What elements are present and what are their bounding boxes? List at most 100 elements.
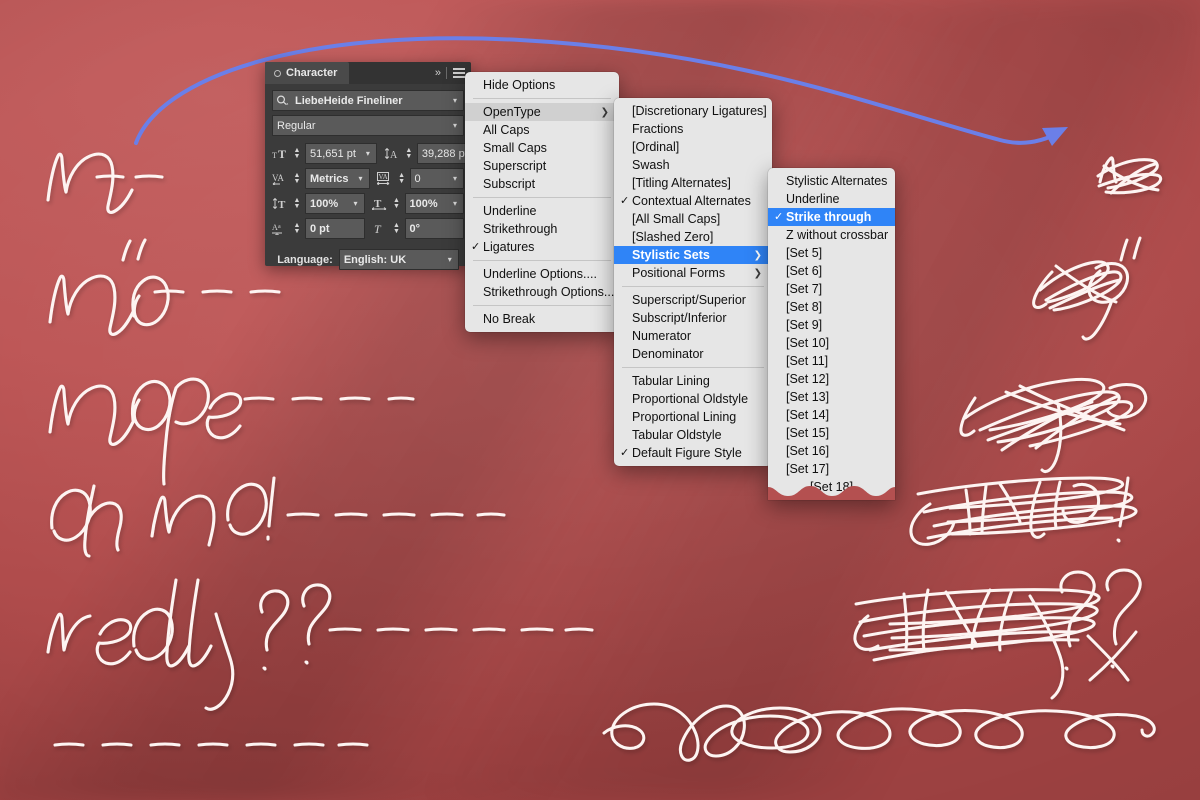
stepper-icon[interactable]: ▲ ▼ <box>292 169 302 188</box>
kerning-control[interactable]: VA ▲ ▼ Metrics ▾ <box>272 168 370 189</box>
menu-item-label: [Set 5] <box>786 246 823 260</box>
language-row[interactable]: Language: English: UK ▾ <box>272 243 464 270</box>
menu-item[interactable]: Tabular Lining <box>614 372 772 390</box>
horizontal-scale-control[interactable]: T ▲ ▼ 100% ▾ <box>371 193 464 214</box>
vertical-scale-control[interactable]: T ▲ ▼ 100% ▾ <box>272 193 365 214</box>
menu-item[interactable]: [Slashed Zero] <box>614 228 772 246</box>
character-panel-flyout-menu[interactable]: Hide Options OpenType ❯ All Caps Small Caps S… <box>465 72 619 332</box>
tab-character[interactable]: Character <box>265 62 350 84</box>
menu-item-label: Proportional Lining <box>632 410 737 424</box>
menu-item-label: Stylistic Sets <box>632 248 710 262</box>
menu-item[interactable]: [Discretionary Ligatures] <box>614 102 772 120</box>
menu-item[interactable]: Superscript <box>465 157 619 175</box>
stepper-icon[interactable]: ▲ ▼ <box>392 219 402 238</box>
menu-item[interactable]: Proportional Oldstyle <box>614 390 772 408</box>
menu-item[interactable]: [Ordinal] <box>614 138 772 156</box>
menu-item[interactable]: Proportional Lining <box>614 408 772 426</box>
menu-item[interactable]: Stylistic Sets ❯ <box>614 246 772 264</box>
menu-item-label: Z without crossbar <box>786 228 889 242</box>
baseline-shift-control[interactable]: Aa ▲ ▼ 0 pt <box>272 218 365 239</box>
menu-item[interactable]: [Titling Alternates] <box>614 174 772 192</box>
menu-item[interactable]: [Set 13] <box>768 388 895 406</box>
language-field[interactable]: English: UK ▾ <box>338 249 459 270</box>
stepper-icon[interactable]: ▲ ▼ <box>292 144 302 163</box>
stepper-icon[interactable]: ▲ ▼ <box>292 194 302 213</box>
chevron-down-icon[interactable]: ▾ <box>447 116 463 135</box>
character-panel[interactable]: Character » LiebeHeide Fineliner ▾ Regul… <box>265 62 489 270</box>
menu-item[interactable]: ✓ Strike through <box>768 208 895 226</box>
menu-item[interactable]: [Set 11] <box>768 352 895 370</box>
menu-item-label: Superscript/Superior <box>632 293 746 307</box>
stepper-icon[interactable]: ▲ ▼ <box>397 169 407 188</box>
menu-item[interactable]: Tabular Oldstyle <box>614 426 772 444</box>
menu-item[interactable]: Fractions <box>614 120 772 138</box>
font-size-control[interactable]: TT ▲ ▼ 51,651 pt ▾ <box>272 143 377 164</box>
menu-item-label: [Set 8] <box>786 300 823 314</box>
chevron-down-icon[interactable]: ▾ <box>348 194 364 213</box>
menu-item[interactable]: Underline <box>465 202 619 220</box>
menu-item[interactable]: Denominator <box>614 345 772 363</box>
menu-item[interactable]: Strikethrough Options... <box>465 283 619 301</box>
menu-item[interactable]: Underline <box>768 190 895 208</box>
opentype-submenu[interactable]: [Discretionary Ligatures] Fractions [Ordin… <box>614 98 772 466</box>
character-rotation-control[interactable]: T ▲ ▼ 0° <box>372 218 464 239</box>
menu-item[interactable]: [Set 17] <box>768 460 895 478</box>
chevron-double-right-icon[interactable]: » <box>435 67 441 79</box>
menu-item[interactable]: Hide Options <box>465 76 619 94</box>
menu-item-label: Ligatures <box>483 240 535 254</box>
stepper-icon[interactable]: ▲ ▼ <box>392 194 402 213</box>
svg-text:a: a <box>278 224 281 230</box>
menu-item-label: [Titling Alternates] <box>632 176 731 190</box>
menu-item[interactable]: Z without crossbar <box>768 226 895 244</box>
menu-clipped-wavy-edge: [Set 18] <box>768 480 895 500</box>
menu-item[interactable]: Subscript <box>465 175 619 193</box>
font-style-value: Regular <box>277 119 316 132</box>
menu-item[interactable]: [Set 14] <box>768 406 895 424</box>
stepper-icon[interactable]: ▲ ▼ <box>292 219 302 238</box>
horizontal-scale-icon: T <box>371 195 389 213</box>
chevron-down-icon[interactable]: ▾ <box>447 169 463 188</box>
menu-item-label: Tabular Lining <box>632 374 710 388</box>
menu-item[interactable]: ✓ Default Figure Style <box>614 444 772 462</box>
menu-item[interactable]: Positional Forms ❯ <box>614 264 772 282</box>
menu-item[interactable]: Strikethrough <box>465 220 619 238</box>
chevron-down-icon[interactable]: ▾ <box>353 169 369 188</box>
panel-menu-icon[interactable] <box>453 68 465 78</box>
menu-item[interactable]: [All Small Caps] <box>614 210 772 228</box>
svg-text:VA: VA <box>272 173 284 183</box>
menu-item[interactable]: [Set 12] <box>768 370 895 388</box>
chevron-down-icon[interactable]: ▾ <box>442 250 458 269</box>
menu-item[interactable]: [Set 16] <box>768 442 895 460</box>
menu-item[interactable]: Subscript/Inferior <box>614 309 772 327</box>
menu-item[interactable]: Swash <box>614 156 772 174</box>
font-style-field[interactable]: Regular ▾ <box>272 115 464 136</box>
chevron-down-icon[interactable]: ▾ <box>447 194 463 213</box>
menu-item[interactable]: No Break <box>465 310 619 328</box>
menu-item[interactable]: Small Caps <box>465 139 619 157</box>
menu-item[interactable]: Numerator <box>614 327 772 345</box>
menu-item[interactable]: Superscript/Superior <box>614 291 772 309</box>
tracking-control[interactable]: VA ▲ ▼ 0 ▾ <box>376 168 464 189</box>
chevron-down-icon[interactable]: ▾ <box>360 144 376 163</box>
menu-item[interactable]: [Set 6] <box>768 262 895 280</box>
stepper-icon[interactable]: ▲ ▼ <box>404 144 414 163</box>
menu-item[interactable]: [Set 5] <box>768 244 895 262</box>
menu-item[interactable]: [Set 7] <box>768 280 895 298</box>
menu-item[interactable]: ✓ Contextual Alternates <box>614 192 772 210</box>
menu-item-label: OpenType <box>483 105 541 119</box>
menu-item[interactable]: [Set 9] <box>768 316 895 334</box>
menu-item[interactable]: ✓ Ligatures <box>465 238 619 256</box>
menu-item[interactable]: [Set 8] <box>768 298 895 316</box>
stylistic-sets-submenu[interactable]: Stylistic Alternates Underline ✓ Strike thr… <box>768 168 895 500</box>
tab-dot-icon <box>274 69 281 77</box>
menu-item[interactable]: Stylistic Alternates <box>768 172 895 190</box>
menu-item[interactable]: OpenType ❯ <box>465 103 619 121</box>
menu-item[interactable]: [Set 15] <box>768 424 895 442</box>
menu-item[interactable]: Underline Options.... <box>465 265 619 283</box>
menu-item[interactable]: [Set 10] <box>768 334 895 352</box>
menu-item[interactable]: All Caps <box>465 121 619 139</box>
chevron-down-icon[interactable]: ▾ <box>447 91 463 110</box>
menu-item-label: Strikethrough <box>483 222 558 236</box>
font-family-field[interactable]: LiebeHeide Fineliner ▾ <box>272 90 464 111</box>
svg-text:T: T <box>272 151 277 160</box>
